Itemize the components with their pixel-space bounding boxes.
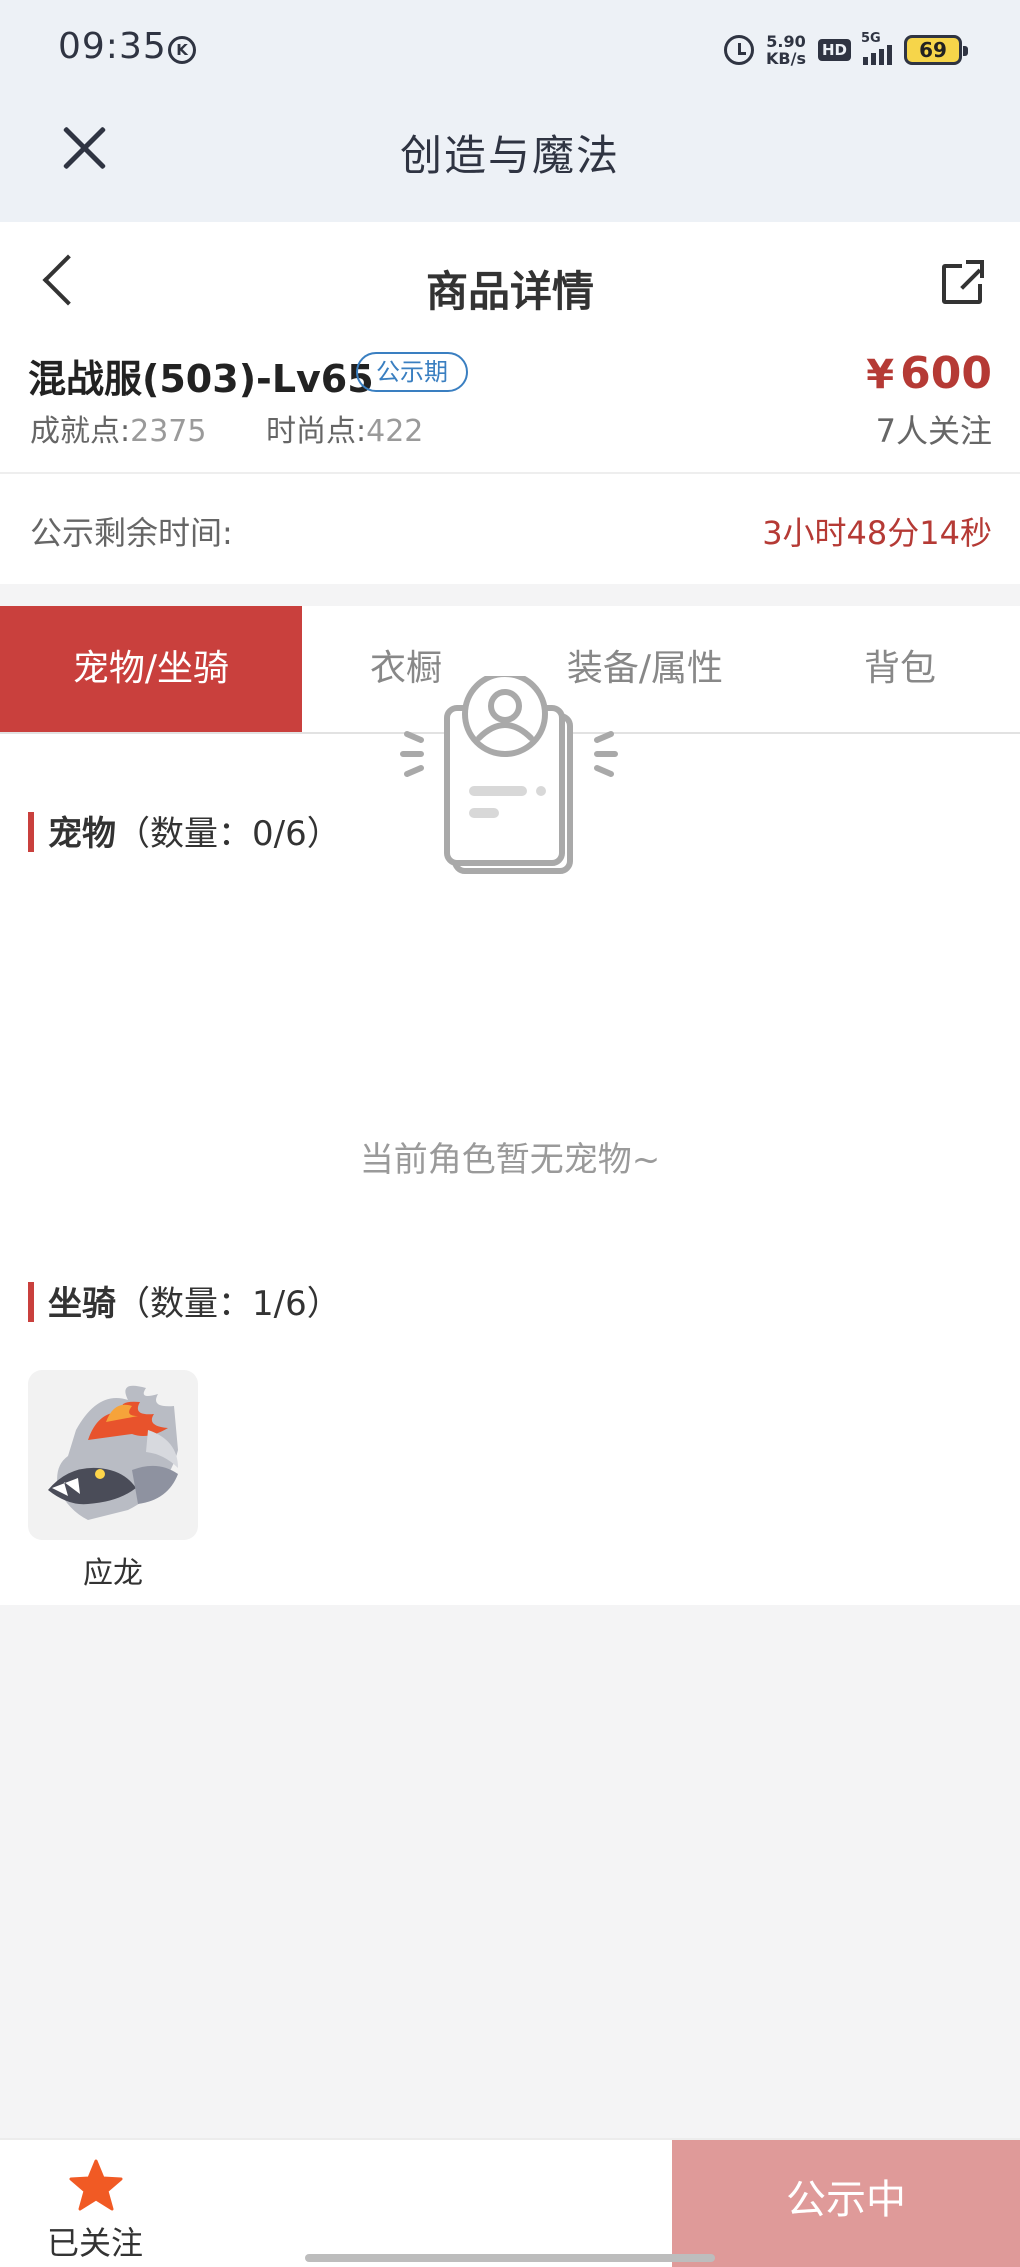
alarm-icon: [724, 35, 755, 65]
fashion-label: 时尚点:: [266, 414, 367, 449]
battery-icon: 69: [904, 35, 968, 65]
empty-profile-icon: [400, 676, 618, 874]
share-arrow-icon[interactable]: [958, 260, 984, 286]
network-speed-unit: KB/s: [766, 49, 806, 68]
item-price: ¥600: [866, 348, 992, 399]
status-badge: 公示期: [356, 352, 468, 392]
section-spacer: [0, 584, 1020, 606]
price-value: 600: [900, 348, 992, 399]
signal-label: 5G: [861, 31, 881, 46]
mounts-title: 坐骑: [48, 1284, 116, 1324]
countdown-label: 公示剩余时间:: [30, 514, 233, 552]
follow-label: 已关注: [46, 2224, 143, 2262]
mount-item[interactable]: 应龙: [28, 1370, 198, 1592]
public-notice-button[interactable]: 公示中: [672, 2140, 1020, 2267]
countdown-value: 3小时48分14秒: [762, 514, 992, 552]
tab-backpack[interactable]: 背包: [780, 606, 1020, 732]
pets-count: （数量：0/6）: [116, 814, 341, 854]
tab-pets-mounts[interactable]: 宠物/坐骑: [0, 606, 302, 732]
page-nav: 商品详情: [0, 222, 1020, 348]
k-notification-icon: K: [168, 36, 196, 64]
empty-pets-text: 当前角色暂无宠物~: [359, 1140, 661, 1180]
follower-count: 7人关注: [875, 412, 992, 450]
app-title: 创造与魔法: [399, 131, 620, 180]
clock: 09:35: [58, 26, 167, 67]
mounts-section-header: 坐骑（数量：1/6）: [28, 1276, 341, 1325]
product-detail-page: 商品详情 混战服(503)-Lv65 公示期 ¥600 成就点:2375 时尚点…: [0, 222, 1020, 1605]
achievement-value: 2375: [130, 414, 207, 449]
hd-icon: HD: [817, 39, 851, 61]
bottom-action-bar: 已关注 公示中: [0, 2138, 1020, 2267]
mounts-count: （数量：1/6）: [116, 1284, 341, 1324]
star-icon: [69, 2159, 123, 2211]
currency-symbol: ¥: [866, 352, 895, 398]
status-icons: 5.90 KB/s HD 5G 69: [724, 28, 968, 72]
signal-icon: 5G: [861, 31, 892, 65]
achievement-label: 成就点:: [30, 414, 131, 449]
app-title-bar: 创造与魔法: [0, 100, 1020, 222]
divider: [0, 472, 1020, 474]
fashion-value: 422: [366, 414, 424, 449]
page-title: 商品详情: [425, 267, 594, 316]
follow-button[interactable]: 已关注: [0, 2140, 190, 2267]
network-speed: 5.90 KB/s: [766, 33, 806, 67]
dragon-mount-icon: [48, 1385, 178, 1520]
item-stats: 成就点:2375 时尚点:422: [30, 406, 423, 450]
status-bar: 09:35 K 5.90 KB/s HD 5G 69: [0, 0, 1020, 100]
mount-card[interactable]: [28, 1370, 198, 1540]
home-indicator[interactable]: [305, 2254, 715, 2262]
pets-section-header: 宠物（数量：0/6）: [28, 806, 341, 855]
mount-name: 应龙: [83, 1556, 143, 1591]
item-name: 混战服(503)-Lv65: [28, 357, 374, 401]
pets-title: 宠物: [48, 814, 116, 854]
